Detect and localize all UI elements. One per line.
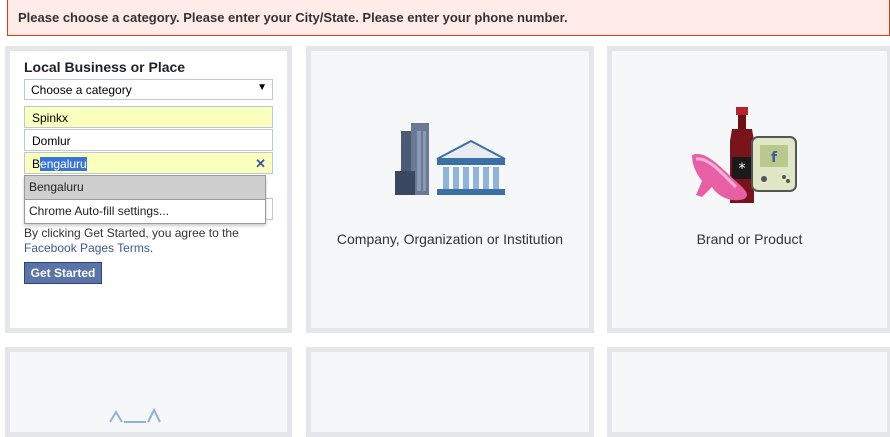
chevron-down-icon: ▼ [257,82,267,93]
category-select-value: Choose a category [31,83,132,97]
terms-prefix: By clicking Get Started, you agree to th… [24,226,239,240]
street-field[interactable]: Domlur [24,129,273,151]
tile-bottom-right[interactable] [607,347,890,437]
tile-company[interactable]: Company, Organization or Institution [306,46,594,333]
brand-product-icon: * f [692,107,797,203]
form-title: Local Business or Place [24,59,186,75]
city-field-value: Bengaluru [32,157,87,171]
get-started-button[interactable]: Get Started [24,262,102,284]
city-field[interactable]: Bengaluru ✕ [24,152,273,174]
building-institution-icon [395,123,506,195]
terms-suffix: . [149,241,154,255]
svg-text:f: f [771,150,778,166]
autofill-dropdown: Bengaluru Chrome Auto-fill settings... [24,175,266,224]
tile-company-label: Company, Organization or Institution [336,231,564,247]
terms-link[interactable]: Facebook Pages Terms [24,241,150,255]
tile-bottom-middle[interactable] [306,347,594,437]
autofill-suggestion[interactable]: Bengaluru [25,176,265,199]
category-select[interactable]: Choose a category ▼ [24,79,273,100]
street-field-value: Domlur [32,134,71,148]
tile-local-business: Local Business or Place Choose a categor… [5,46,292,333]
error-banner: Please choose a category. Please enter y… [7,0,890,36]
svg-text:*: * [739,161,746,177]
tile-brand[interactable]: * f Brand or Product [607,46,890,333]
close-icon[interactable]: ✕ [255,156,266,172]
autofill-settings[interactable]: Chrome Auto-fill settings... [25,200,265,223]
terms-text: By clicking Get Started, you agree to th… [24,226,274,256]
city-text-unselected: B [32,157,41,171]
name-field-value: Spinkx [32,111,69,125]
tile-bottom-left[interactable] [5,347,292,437]
name-field[interactable]: Spinkx [24,106,273,128]
error-message: Please choose a category. Please enter y… [18,10,568,25]
partial-icon [109,407,161,423]
tile-brand-label: Brand or Product [696,231,803,247]
city-text-selected: engaluru [40,157,87,171]
